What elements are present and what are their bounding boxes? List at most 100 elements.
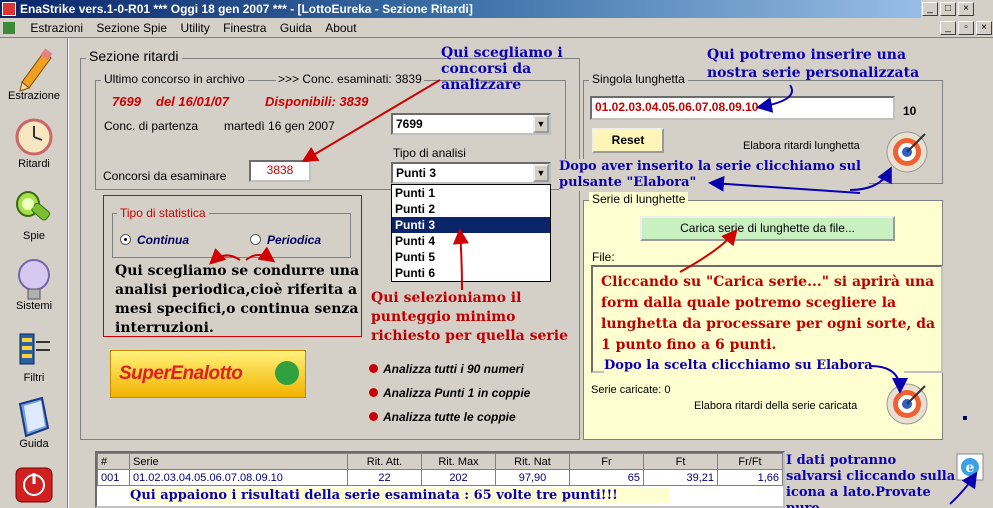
reset-button[interactable]: Reset <box>592 128 664 153</box>
analysis-dropdown-list: Punti 1 Punti 2 Punti 3 Punti 4 Punti 5 … <box>391 184 551 282</box>
annotation-click-elabora-2: Dopo la scelta clicchiamo su Elabora <box>604 358 904 373</box>
menu-finestra[interactable]: Finestra <box>218 18 271 38</box>
table-cell: 97,90 <box>495 469 570 486</box>
dropdown-option[interactable]: Punti 1 <box>392 185 550 201</box>
annotation-choose-draws: Qui scegliamo i concorsi da analizzare <box>441 45 563 93</box>
svg-text:e: e <box>966 460 975 476</box>
table-cell: 202 <box>421 469 496 486</box>
dropdown-option[interactable]: Punti 4 <box>392 233 550 249</box>
sidebar-label: Spie <box>22 230 46 242</box>
link-label: Analizza tutti i 90 numeri <box>383 362 524 376</box>
last-draw-number: 7699 <box>112 94 141 109</box>
analysis-label: Tipo di analisi <box>393 146 466 160</box>
col-header[interactable]: Serie <box>129 453 348 470</box>
target-icon[interactable] <box>885 382 929 426</box>
superenalotto-logo: SuperEnalotto <box>110 350 306 398</box>
chevron-down-icon[interactable]: ▼ <box>533 115 549 133</box>
radio-dot <box>250 234 261 245</box>
target-icon[interactable] <box>885 130 929 174</box>
series-count: 10 <box>903 104 917 118</box>
col-header[interactable]: # <box>97 453 130 470</box>
start-draw-select[interactable]: 7699 ▼ <box>391 113 551 135</box>
pencil-icon <box>14 48 54 92</box>
sidebar-item-estrazione[interactable]: Estrazione <box>0 48 68 102</box>
window-controls: _ □ × <box>921 0 993 18</box>
loaded-count: Serie caricate: 0 <box>591 384 671 396</box>
mdi-minimize-button[interactable]: _ <box>940 21 956 35</box>
col-header[interactable]: Rit. Att. <box>347 453 422 470</box>
annotation-custom-series: Qui potremo inserire una nostra serie pe… <box>707 47 920 81</box>
table-cell: 1,66 <box>717 469 783 486</box>
link-analyze-pairs[interactable]: Analizza tutte le coppie <box>369 410 516 424</box>
menu-utility[interactable]: Utility <box>175 18 214 38</box>
mdi-doc-icon[interactable] <box>0 18 22 38</box>
sidebar-item-filtri[interactable]: Filtri <box>0 330 68 384</box>
table-row[interactable]: 001 01.02.03.04.05.06.07.08.09.10 22 202… <box>97 469 783 486</box>
examine-input[interactable]: 3838 <box>249 160 311 182</box>
radio-continua[interactable]: Continua <box>120 233 189 247</box>
dropdown-option-selected[interactable]: Punti 3 <box>392 217 550 233</box>
mdi-restore-button[interactable]: ▫ <box>958 21 974 35</box>
link-analyze-punti1[interactable]: Analizza Punti 1 in coppie <box>369 386 530 400</box>
mdi-close-button[interactable]: × <box>976 21 992 35</box>
table-cell: 01.02.03.04.05.06.07.08.09.10 <box>129 469 348 486</box>
sidebar-label: Ritardi <box>18 158 50 170</box>
annotation-load-series: Cliccando su "Carica serie..." si aprirà… <box>601 274 936 353</box>
maximize-button[interactable]: □ <box>940 2 956 16</box>
radio-periodica[interactable]: Periodica <box>250 233 321 247</box>
single-legend: Singola lunghetta <box>589 72 688 86</box>
sidebar-item-exit[interactable] <box>0 466 68 508</box>
sidebar-item-spie[interactable]: Spie <box>0 188 68 242</box>
load-series-button[interactable]: Carica serie di lunghette da file... <box>640 216 895 241</box>
annotation-click-elabora: Dopo aver inserito la serie clicchiamo s… <box>559 159 869 191</box>
radio-label: Periodica <box>267 233 322 247</box>
book-icon <box>14 396 54 438</box>
dropdown-option[interactable]: Punti 2 <box>392 201 550 217</box>
dropdown-option[interactable]: Punti 6 <box>392 265 550 281</box>
series-input[interactable]: 01.02.03.04.05.06.07.08.09.10 <box>590 96 895 120</box>
table-cell: 39,21 <box>643 469 718 486</box>
start-date: martedì 16 gen 2007 <box>224 119 335 133</box>
close-button[interactable]: × <box>958 2 974 16</box>
annotation-min-score: Qui selezioniamo il punteggio minimo ric… <box>371 290 568 344</box>
table-cell: 65 <box>569 469 644 486</box>
sidebar-item-ritardi[interactable]: Ritardi <box>0 116 68 170</box>
analysis-select[interactable]: Punti 3 ▼ <box>391 162 551 184</box>
sidebar-item-sistemi[interactable]: Sistemi <box>0 258 68 312</box>
menu-bar: Estrazioni Sezione Spie Utility Finestra… <box>0 18 993 38</box>
menu-guida[interactable]: Guida <box>275 18 317 38</box>
flashlight-icon <box>14 188 54 228</box>
bullet-icon <box>369 364 378 373</box>
save-internet-icon[interactable]: e <box>955 452 985 482</box>
col-header[interactable]: Fr <box>569 453 644 470</box>
link-label: Analizza Punti 1 in coppie <box>383 386 531 400</box>
col-header[interactable]: Fr/Ft <box>717 453 783 470</box>
annotation-results: Qui appaiono i risultati della serie esa… <box>130 488 670 503</box>
elabora-single-label: Elabora ritardi lunghetta <box>743 140 860 152</box>
file-label: File: <box>592 250 615 264</box>
elabora-series-label: Elabora ritardi della serie caricata <box>694 400 858 412</box>
lightbulb-icon <box>14 258 54 300</box>
series-legend: Serie di lunghette <box>589 192 689 206</box>
annotation-save-data: I dati potranno salvarsi cliccando sulla… <box>786 453 956 508</box>
examine-label: Concorsi da esaminare <box>103 169 227 183</box>
menu-about[interactable]: About <box>320 18 361 38</box>
col-header[interactable]: Ft <box>643 453 718 470</box>
clover-icon <box>275 361 299 385</box>
minimize-button[interactable]: _ <box>922 2 938 16</box>
col-header[interactable]: Rit. Nat <box>495 453 570 470</box>
chevron-down-icon[interactable]: ▼ <box>533 164 549 182</box>
table-cell: 001 <box>97 469 130 486</box>
dropdown-option[interactable]: Punti 5 <box>392 249 550 265</box>
dot-mark <box>963 416 967 420</box>
available-count: Disponibili: 3839 <box>265 94 369 109</box>
sidebar-item-guida[interactable]: Guida <box>0 396 68 450</box>
menu-sezione-spie[interactable]: Sezione Spie <box>91 18 172 38</box>
radio-label: Continua <box>137 233 189 247</box>
analysis-selected-value: Punti 3 <box>396 166 437 180</box>
menu-estrazioni[interactable]: Estrazioni <box>25 18 88 38</box>
col-header[interactable]: Rit. Max <box>421 453 496 470</box>
table-header-row: # Serie Rit. Att. Rit. Max Rit. Nat Fr F… <box>97 453 783 470</box>
title-bar: EnaStrike vers.1-0-R01 *** Oggi 18 gen 2… <box>0 0 993 18</box>
link-analyze-90[interactable]: Analizza tutti i 90 numeri <box>369 362 524 376</box>
